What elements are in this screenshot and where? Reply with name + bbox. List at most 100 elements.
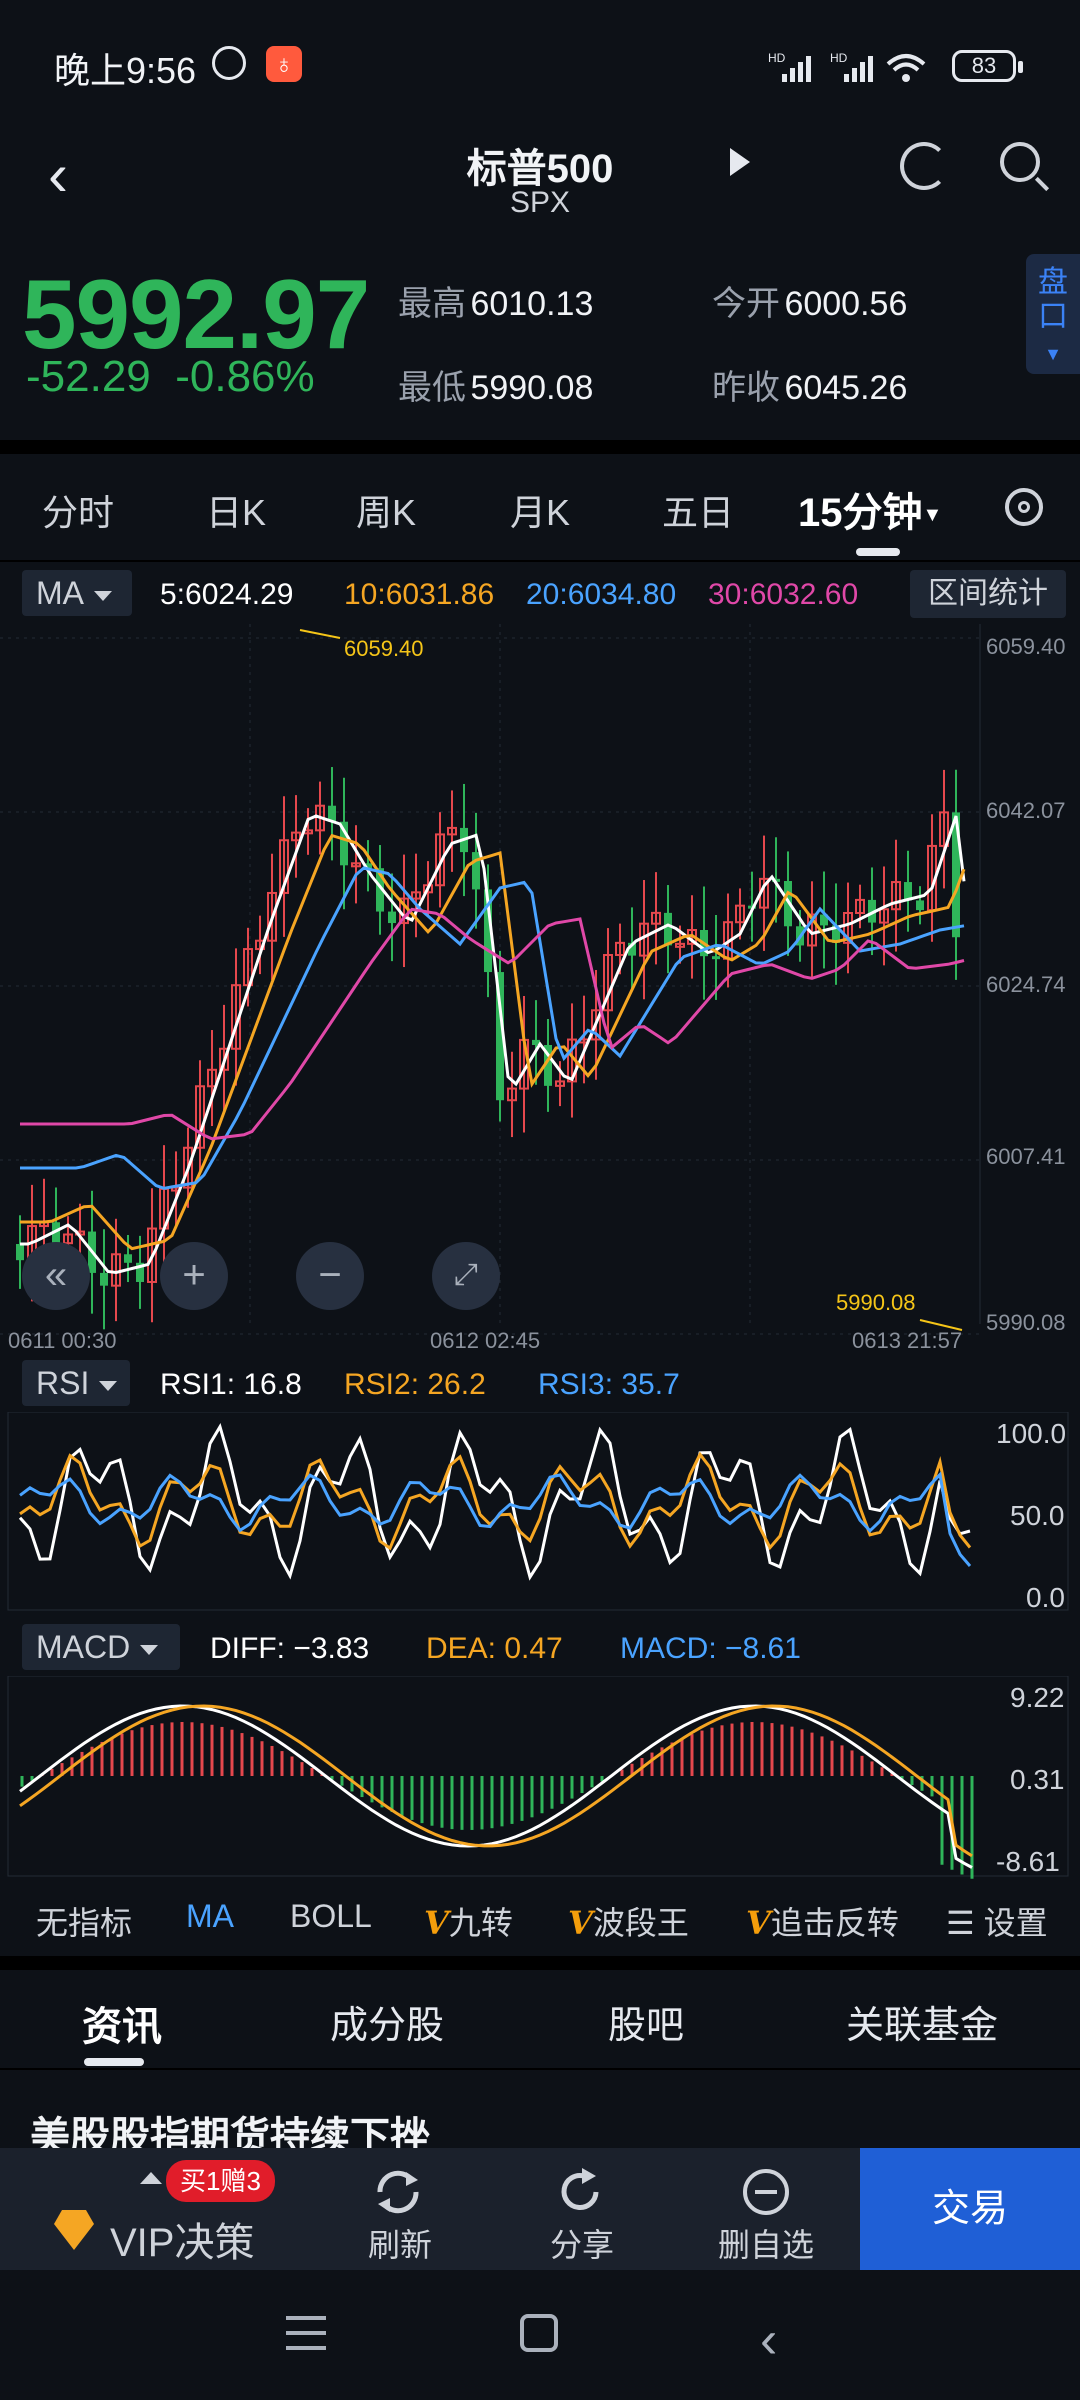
zoom-out-button[interactable]: − [296, 1242, 364, 1310]
open-value: 6000.56 [784, 285, 908, 323]
back-button[interactable]: ‹ [48, 140, 68, 209]
ma-selector[interactable]: MA [22, 570, 132, 616]
y-axis-label: 6007.41 [986, 1144, 1066, 1169]
high-stat: 最高 6010.13 [398, 285, 594, 323]
rsi3-value: RSI3: 35.7 [538, 1368, 680, 1401]
tab-five-day[interactable]: 五日 [662, 484, 734, 536]
refresh-icon[interactable] [900, 142, 948, 190]
candle-body [712, 956, 720, 960]
rsi-line [19, 1471, 972, 1567]
indicator-boll[interactable]: BOLL [290, 1898, 372, 1935]
sliders-icon: ☰ [946, 1905, 975, 1941]
tab-forum[interactable]: 股吧 [608, 1994, 684, 2049]
tab-weekly[interactable]: 周K [356, 484, 416, 536]
news-divider [0, 2068, 1080, 2070]
low-stat: 最低 5990.08 [398, 369, 594, 407]
order-book-tab[interactable]: 盘口 ▼ [1026, 254, 1080, 374]
refresh-icon[interactable] [372, 2166, 424, 2218]
candle-body [472, 852, 480, 890]
vip-decision-button[interactable]: VIP决策 [110, 2210, 254, 2268]
rsi-axis-label: 50.0 [1010, 1500, 1065, 1531]
menu-icon[interactable] [286, 2316, 326, 2350]
rsi-axis-label: 0.0 [1026, 1582, 1065, 1613]
rsi2-value: RSI2: 26.2 [344, 1368, 486, 1401]
refresh-button[interactable]: 刷新 [320, 2220, 480, 2266]
macd-chart [7, 1676, 1069, 1879]
high-value: 6010.13 [470, 285, 594, 323]
x-axis-label: 0612 02:45 [430, 1328, 541, 1353]
range-stats-button[interactable]: 区间统计 [910, 570, 1066, 618]
battery-icon: 83 [952, 50, 1023, 82]
gear-icon[interactable] [1005, 488, 1043, 526]
remove-watchlist-button[interactable]: 删自选 [686, 2220, 846, 2266]
next-arrow-icon[interactable] [730, 148, 750, 176]
tab-intraday[interactable]: 分时 [42, 484, 114, 536]
zoom-in-button[interactable]: + [160, 1242, 228, 1310]
tabs-divider [0, 560, 1080, 562]
remove-circle-icon[interactable] [740, 2166, 792, 2218]
dea-value: DEA: 0.47 [426, 1632, 563, 1665]
indicator-wave-king[interactable]: V波段王 [568, 1898, 689, 1944]
high-marker-line [299, 629, 341, 639]
promo-badge[interactable]: 买1赠3 [166, 2160, 275, 2202]
candlestick-chart[interactable] [0, 624, 1080, 1354]
rewind-button[interactable]: « [22, 1242, 90, 1310]
section-divider [0, 1956, 1080, 1970]
fullscreen-button[interactable]: ⤢ [432, 1242, 500, 1310]
prev-close-value: 6045.26 [784, 369, 908, 407]
macd-axis-label: 9.22 [1010, 1682, 1065, 1713]
macd-axis-label: -8.61 [996, 1846, 1060, 1877]
low-marker-label: 5990.08 [836, 1290, 916, 1315]
v-badge-icon: V [424, 1904, 449, 1942]
open-stat: 今开 6000.56 [712, 285, 908, 323]
macd-selector[interactable]: MACD [22, 1624, 180, 1670]
section-divider [0, 440, 1080, 454]
indicator-ma[interactable]: MA [186, 1898, 234, 1935]
expand-up-icon[interactable] [140, 2172, 162, 2184]
tab-15min[interactable]: 15分钟▼ [798, 480, 942, 538]
diff-value: DIFF: −3.83 [210, 1632, 370, 1665]
candle-body [124, 1254, 132, 1263]
home-icon[interactable] [520, 2314, 558, 2352]
y-axis-label: 6059.40 [986, 634, 1066, 659]
tab-monthly[interactable]: 月K [510, 484, 570, 536]
candle-body [916, 900, 924, 911]
y-axis-label: 6042.07 [986, 798, 1066, 823]
back-icon[interactable]: ‹ [760, 2310, 777, 2370]
change-percent: -0.86% [175, 352, 315, 401]
share-button[interactable]: 分享 [502, 2220, 662, 2266]
chevron-down-icon [99, 1380, 118, 1391]
macd-value: MACD: −8.61 [620, 1632, 801, 1665]
indicator-none[interactable]: 无指标 [36, 1898, 132, 1944]
ma5-line [20, 814, 966, 1275]
price-change: -52.29 -0.86% [26, 352, 315, 402]
svg-text:HD: HD [768, 51, 786, 65]
signal-icon: HD HD [768, 51, 926, 82]
candle-body [100, 1272, 108, 1286]
trade-button[interactable]: 交易 [860, 2148, 1080, 2270]
v-badge-icon: V [746, 1904, 771, 1942]
indicator-nine-turn[interactable]: V九转 [424, 1898, 513, 1944]
share-icon[interactable] [556, 2166, 608, 2218]
tab-daily[interactable]: 日K [206, 484, 266, 536]
ma20-value: 20:6034.80 [526, 578, 677, 611]
x-axis-label: 0611 00:30 [8, 1328, 117, 1353]
ma10-value: 10:6031.86 [344, 578, 495, 611]
active-tab-indicator [856, 548, 900, 556]
indicator-pursuit-reversal[interactable]: V追击反转 [746, 1898, 899, 1944]
indicator-settings[interactable]: ☰ 设置 [946, 1898, 1048, 1944]
v-badge-icon: V [568, 1904, 593, 1942]
change-value: -52.29 [26, 352, 151, 401]
rsi-chart [7, 1412, 1069, 1611]
y-axis-label: 6024.74 [986, 972, 1066, 997]
candle-body [388, 911, 396, 924]
search-icon[interactable] [1000, 142, 1040, 182]
tab-constituents[interactable]: 成分股 [330, 1994, 444, 2049]
low-value: 5990.08 [470, 369, 594, 407]
tab-news[interactable]: 资讯 [82, 1994, 162, 2052]
candle-body [16, 1244, 24, 1261]
rsi-selector[interactable]: RSI [22, 1360, 130, 1406]
active-tab-indicator [84, 2058, 144, 2066]
candle-body [664, 912, 672, 946]
tab-related-funds[interactable]: 关联基金 [846, 1994, 998, 2049]
